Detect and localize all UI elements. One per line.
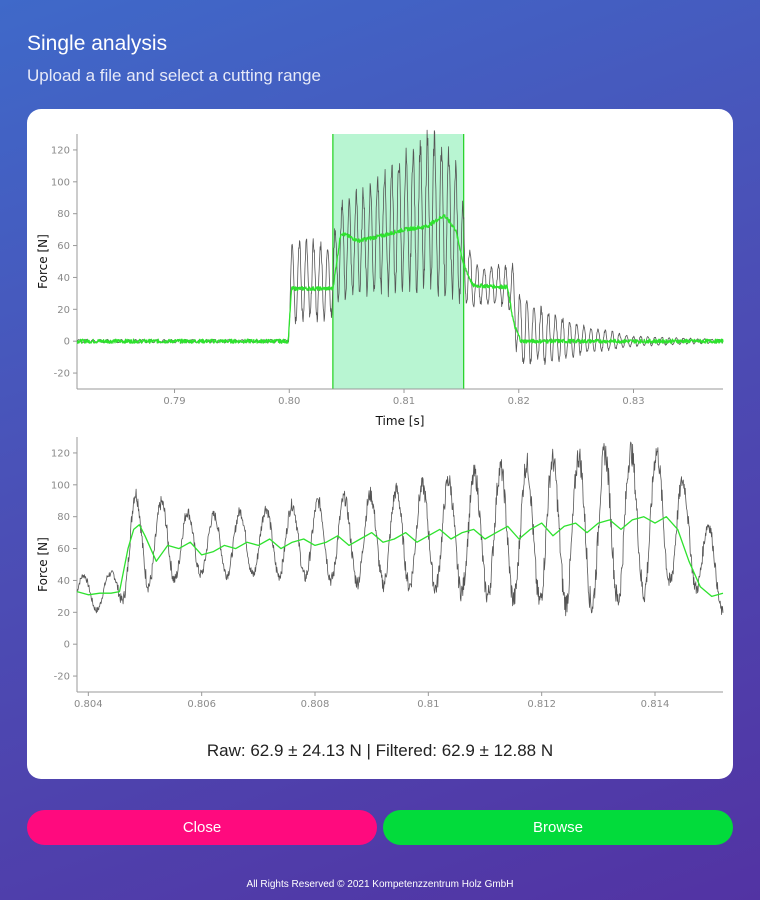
x-tick-label: 0.804 (74, 699, 103, 710)
y-tick-label: 40 (57, 273, 70, 284)
y-tick-label: 80 (57, 209, 70, 220)
y-tick-label: 60 (57, 241, 70, 252)
raw-force-series (76, 441, 724, 617)
page-subtitle: Upload a file and select a cutting range (27, 66, 321, 85)
x-tick-label: 0.808 (301, 699, 330, 710)
overview-force-chart[interactable]: -20 0 20 40 60 80 100 120 0.79 0.80 0.81 0.82 0.83 Fo… (27, 109, 733, 429)
y-tick-label: 0 (64, 337, 70, 348)
footer-copyright: All Rights Reserved © 2021 Kompetenzzent… (246, 879, 514, 890)
y-axis-label: Force [N] (36, 537, 50, 592)
x-tick-label: 0.81 (417, 699, 439, 710)
x-tick-label: 0.83 (622, 396, 644, 407)
y-tick-label: 100 (51, 480, 70, 491)
y-tick-label: 0 (64, 640, 70, 651)
y-tick-label: 60 (57, 544, 70, 555)
x-tick-label: 0.806 (187, 699, 216, 710)
browse-button[interactable]: Browse (383, 810, 733, 845)
y-axis-label: Force [N] (36, 234, 50, 289)
x-tick-label: 0.82 (508, 396, 530, 407)
x-tick-label: 0.80 (278, 396, 300, 407)
y-tick-label: -20 (54, 672, 70, 683)
y-tick-label: 20 (57, 305, 70, 316)
zoomed-force-chart: -20 0 20 40 60 80 100 120 0.804 0.806 0.808 0.81 0.8… (36, 437, 724, 710)
y-tick-label: 80 (57, 512, 70, 523)
x-tick-label: 0.81 (393, 396, 415, 407)
force-statistics: Raw: 62.9 ± 24.13 N | Filtered: 62.9 ± 1… (206, 741, 554, 760)
x-tick-label: 0.812 (527, 699, 556, 710)
filtered-force-series (76, 516, 724, 598)
y-tick-label: 20 (57, 608, 70, 619)
close-button[interactable]: Close (27, 810, 377, 845)
page-title: Single analysis (27, 32, 168, 55)
y-tick-label: 120 (51, 145, 70, 156)
x-tick-label: 0.79 (163, 396, 185, 407)
y-tick-label: 40 (57, 576, 70, 587)
y-tick-label: 120 (51, 448, 70, 459)
y-tick-label: 100 (51, 177, 70, 188)
y-tick-label: -20 (54, 369, 70, 380)
chart-card: -20 0 20 40 60 80 100 120 0.79 0.80 0.81 0.82 0.83 Fo… (27, 109, 733, 779)
x-tick-label: 0.814 (641, 699, 670, 710)
x-axis-label: Time [s] (375, 414, 425, 428)
